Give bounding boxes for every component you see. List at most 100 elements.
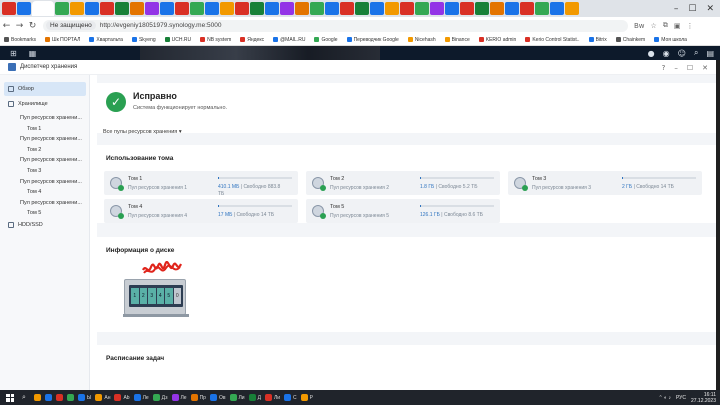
sidebar-item-pool[interactable]: Пул ресурсов хранени...: [20, 115, 82, 121]
start-icon[interactable]: [6, 393, 14, 402]
bookmark-item[interactable]: Яндекс: [240, 37, 264, 43]
browser-tab[interactable]: [565, 2, 579, 15]
back-icon[interactable]: ←: [0, 21, 13, 31]
browser-tab[interactable]: [175, 2, 189, 15]
app-grid-icon[interactable]: ▦: [29, 49, 37, 58]
close-button[interactable]: ✕: [702, 64, 708, 72]
browser-tab[interactable]: [17, 2, 31, 15]
browser-tab[interactable]: [280, 2, 294, 15]
bookmark-item[interactable]: Моя школа: [654, 37, 687, 43]
browser-tab[interactable]: [115, 2, 129, 15]
browser-tab[interactable]: [505, 2, 519, 15]
bookmark-item[interactable]: Skyeng: [131, 37, 156, 43]
browser-tab[interactable]: [190, 2, 204, 15]
browser-tab[interactable]: [55, 2, 69, 15]
browser-tab[interactable]: [100, 2, 114, 15]
chat-icon[interactable]: ●: [648, 49, 655, 58]
taskbar-app[interactable]: Р: [300, 394, 313, 401]
search-icon[interactable]: ⌕: [22, 393, 26, 402]
maximize-window-button[interactable]: ☐: [688, 4, 696, 14]
search-icon[interactable]: ⌕: [694, 48, 698, 58]
extensions-icon[interactable]: ⧉: [663, 21, 668, 30]
taskbar-app[interactable]: Ле: [171, 394, 187, 401]
browser-tab[interactable]: [70, 2, 84, 15]
bookmark-item[interactable]: @MAIL.RU: [273, 37, 305, 43]
taskbar-app[interactable]: [55, 394, 63, 401]
browser-tab[interactable]: [130, 2, 144, 15]
bookmark-item[interactable]: Nicehash: [407, 37, 436, 43]
all-pools-dropdown[interactable]: Все пулы ресурсов хранения ▾: [103, 129, 182, 135]
sidebar-item-pool[interactable]: Пул ресурсов хранени...: [20, 179, 82, 185]
taskbar-app[interactable]: Ан: [95, 394, 110, 401]
browser-tab[interactable]: [430, 2, 444, 15]
bookmark-item[interactable]: NB system: [200, 37, 231, 43]
drive-bay[interactable]: 2: [139, 288, 147, 304]
taskbar-app[interactable]: Пр: [190, 394, 206, 401]
sidebar-item-volume[interactable]: Том 1: [27, 126, 41, 132]
browser-tab[interactable]: [265, 2, 279, 15]
taskbar-app[interactable]: [33, 394, 41, 401]
sidebar-item-volume[interactable]: Том 4: [27, 189, 41, 195]
bookmark-item[interactable]: UCH.RU: [164, 37, 191, 43]
browser-tab[interactable]: [475, 2, 489, 15]
maximize-button[interactable]: ☐: [687, 64, 693, 72]
minimize-window-button[interactable]: –: [674, 4, 679, 14]
taskbar-app[interactable]: Ов: [209, 394, 226, 401]
sidebar-item-pool[interactable]: Пул ресурсов хранени...: [20, 200, 82, 206]
address-bar[interactable]: Не защищено http://evgeniy18051979.synol…: [43, 19, 628, 32]
sidebar-item-volume[interactable]: Том 5: [27, 210, 41, 216]
drive-bay[interactable]: 3: [148, 288, 156, 304]
minimize-button[interactable]: –: [674, 64, 678, 72]
browser-tab[interactable]: [550, 2, 564, 15]
sidebar-item-overview[interactable]: Обзор: [4, 82, 86, 96]
drive-bay[interactable]: 0: [173, 288, 181, 304]
taskbar-app[interactable]: Ле: [133, 394, 149, 401]
menu-icon[interactable]: ⋮: [686, 22, 693, 30]
drive-bay[interactable]: 4: [156, 288, 164, 304]
sidebar-item-volume[interactable]: Том 3: [27, 168, 41, 174]
volume-tile[interactable]: Том 5 Пул ресурсов хранения 5 126.1 ГБ | С…: [306, 199, 500, 223]
user-icon[interactable]: ☺: [678, 49, 686, 58]
taskbar-app[interactable]: Дз: [152, 394, 168, 401]
sidebar-item-pool[interactable]: Пул ресурсов хранени...: [20, 136, 82, 142]
browser-tab[interactable]: [325, 2, 339, 15]
taskbar-app[interactable]: [44, 394, 52, 401]
browser-tab[interactable]: [400, 2, 414, 15]
reload-icon[interactable]: ↻: [26, 21, 39, 31]
taskbar-app[interactable]: [66, 394, 74, 401]
browser-tab[interactable]: [250, 2, 264, 15]
sidebar-item-pool[interactable]: Пул ресурсов хранени...: [20, 157, 82, 163]
browser-tab[interactable]: [310, 2, 324, 15]
help-button[interactable]: ?: [662, 64, 666, 72]
bookmark-item[interactable]: Kerio Control Statist..: [525, 37, 580, 43]
browser-tab[interactable]: [145, 2, 159, 15]
browser-tab[interactable]: [535, 2, 549, 15]
sidebar-item-volume[interactable]: Том 2: [27, 147, 41, 153]
taskbar-app[interactable]: С: [284, 394, 297, 401]
browser-tab[interactable]: [370, 2, 384, 15]
url-text[interactable]: http://evgeniy18051979.synology.me:5000: [100, 22, 222, 29]
browser-tab[interactable]: [235, 2, 249, 15]
browser-tab[interactable]: [2, 2, 16, 15]
browser-tab[interactable]: [445, 2, 459, 15]
forward-icon[interactable]: →: [13, 21, 26, 31]
browser-tab[interactable]: [385, 2, 399, 15]
browser-tab[interactable]: [340, 2, 354, 15]
bookmark-item[interactable]: Шк ПОРТАЛ: [45, 37, 80, 43]
widgets-icon[interactable]: ▤: [706, 49, 714, 58]
browser-tab[interactable]: [355, 2, 369, 15]
taskbar-app[interactable]: Ab: [114, 394, 130, 401]
translate-icon[interactable]: Bw: [634, 22, 645, 30]
taskbar-app[interactable]: Д: [248, 394, 261, 401]
volume-tile[interactable]: Том 2 Пул ресурсов хранения 2 1.8 ГБ | Сво…: [306, 171, 500, 195]
security-indicator[interactable]: Не защищено: [46, 21, 96, 30]
close-window-button[interactable]: ✕: [706, 4, 714, 14]
sidebar-item-hdd[interactable]: HDD/SSD: [8, 222, 43, 228]
volume-tile[interactable]: Том 1 Пул ресурсов хранения 1 410.1 МБ | С…: [104, 171, 298, 197]
taskbar-app[interactable]: Ли: [264, 394, 280, 401]
bookmark-item[interactable]: KERIO admin: [478, 37, 516, 43]
bookmark-item[interactable]: Bitrix: [588, 37, 607, 43]
browser-tab[interactable]: [520, 2, 534, 15]
tray-icons[interactable]: ⌃ ◐ ♪: [658, 395, 671, 401]
browser-tab[interactable]: [220, 2, 234, 15]
